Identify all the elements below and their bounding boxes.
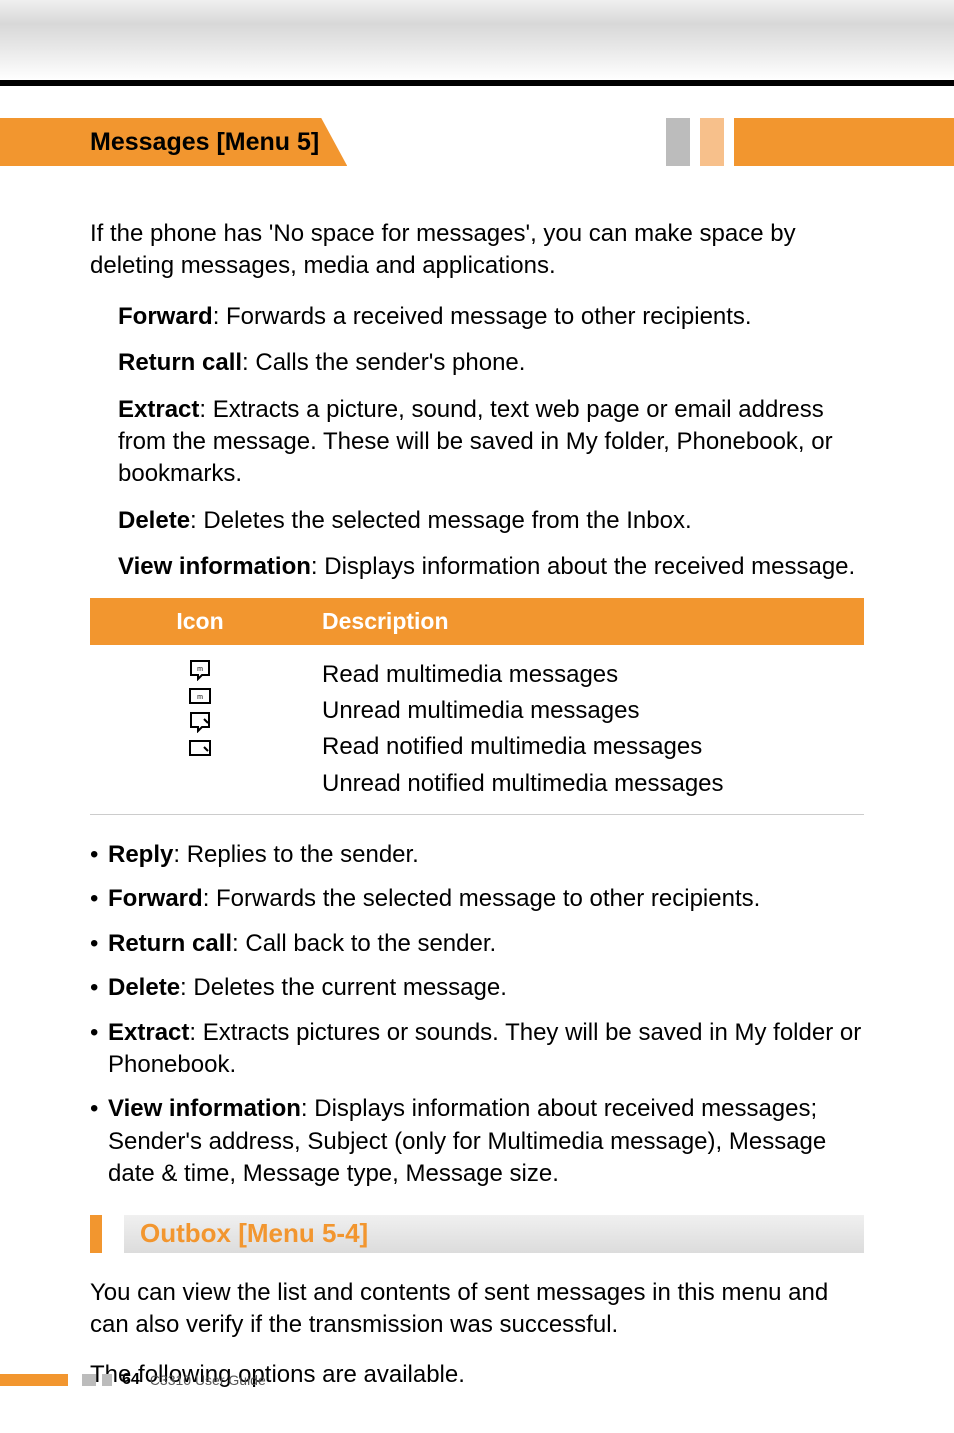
footer-gray-decor bbox=[102, 1374, 112, 1386]
bullet-label: View information bbox=[108, 1095, 301, 1122]
svg-text:m: m bbox=[197, 666, 203, 673]
option-label: Return call bbox=[118, 349, 242, 376]
svg-text:m: m bbox=[197, 694, 203, 701]
bullet-label: Forward bbox=[108, 885, 203, 912]
footer-gray-decor bbox=[82, 1374, 96, 1386]
bullet-label: Delete bbox=[108, 974, 180, 1001]
unread-mms-icon: m bbox=[188, 685, 212, 707]
bullet-desc: : Replies to the sender. bbox=[173, 841, 418, 868]
option-desc: : Displays information about the receive… bbox=[311, 553, 855, 580]
option-label: Delete bbox=[118, 507, 190, 534]
icon-description-table: Icon Description m m bbox=[90, 598, 864, 816]
guide-name: C3310 User Guide bbox=[150, 1372, 266, 1388]
description-cell: Read multimedia messages Unread multimed… bbox=[310, 645, 864, 815]
icon-cell: m m bbox=[90, 645, 310, 815]
top-gradient-decor bbox=[0, 0, 954, 80]
option-desc: : Calls the sender's phone. bbox=[242, 349, 525, 376]
bullet-options-list: Reply: Replies to the sender. Forward: F… bbox=[90, 839, 864, 1191]
heading-bar-decor bbox=[90, 1215, 102, 1253]
page-content: If the phone has 'No space for messages'… bbox=[0, 188, 954, 1392]
bullet-view-information: View information: Displays information a… bbox=[90, 1093, 864, 1190]
desc-row-1: Unread multimedia messages bbox=[322, 695, 852, 727]
decor-orange-block bbox=[734, 118, 954, 166]
decor-orange-dim-block bbox=[700, 118, 724, 166]
desc-row-2: Read notified multimedia messages bbox=[322, 731, 852, 763]
option-label: Forward bbox=[118, 303, 213, 330]
table-header-description: Description bbox=[310, 598, 864, 645]
bullet-delete: Delete: Deletes the current message. bbox=[90, 972, 864, 1004]
option-delete: Delete: Deletes the selected message fro… bbox=[90, 505, 864, 537]
option-label: View information bbox=[118, 553, 311, 580]
section-title: Outbox [Menu 5-4] bbox=[140, 1218, 368, 1249]
heading-box: Outbox [Menu 5-4] bbox=[124, 1215, 864, 1253]
option-desc: : Deletes the selected message from the … bbox=[190, 507, 692, 534]
option-desc: : Forwards a received message to other r… bbox=[213, 303, 752, 330]
bullet-desc: : Call back to the sender. bbox=[232, 930, 496, 957]
intro-paragraph: If the phone has 'No space for messages'… bbox=[90, 218, 864, 283]
bullet-forward: Forward: Forwards the selected message t… bbox=[90, 883, 864, 915]
bullet-reply: Reply: Replies to the sender. bbox=[90, 839, 864, 871]
read-notified-mms-icon bbox=[188, 711, 212, 733]
bullet-desc: : Deletes the current message. bbox=[180, 974, 507, 1001]
option-return-call: Return call: Calls the sender's phone. bbox=[90, 347, 864, 379]
page-footer: 64 C3310 User Guide bbox=[0, 1371, 266, 1389]
header-right-decor bbox=[666, 118, 954, 166]
read-mms-icon: m bbox=[188, 659, 212, 681]
table-row: m m Read mult bbox=[90, 645, 864, 815]
option-label: Extract bbox=[118, 396, 199, 423]
page-header: Messages [Menu 5] bbox=[0, 118, 954, 188]
option-view-information: View information: Displays information a… bbox=[90, 551, 864, 583]
black-bar-decor bbox=[0, 80, 954, 86]
unread-notified-mms-icon bbox=[188, 737, 212, 759]
desc-row-0: Read multimedia messages bbox=[322, 659, 852, 691]
option-extract: Extract: Extracts a picture, sound, text… bbox=[90, 394, 864, 491]
bullet-desc: : Forwards the selected message to other… bbox=[203, 885, 761, 912]
section-body-1: You can view the list and contents of se… bbox=[90, 1277, 864, 1342]
page-number: 64 bbox=[122, 1371, 140, 1389]
bullet-label: Return call bbox=[108, 930, 232, 957]
bullet-label: Reply bbox=[108, 841, 173, 868]
footer-orange-decor bbox=[0, 1374, 68, 1386]
decor-gray-block bbox=[666, 118, 690, 166]
option-desc: : Extracts a picture, sound, text web pa… bbox=[118, 396, 833, 488]
chapter-title: Messages [Menu 5] bbox=[90, 128, 319, 156]
section-heading: Outbox [Menu 5-4] bbox=[90, 1215, 864, 1253]
first-options-list: Forward: Forwards a received message to … bbox=[90, 301, 864, 584]
bullet-label: Extract bbox=[108, 1019, 189, 1046]
bullet-return-call: Return call: Call back to the sender. bbox=[90, 928, 864, 960]
option-forward: Forward: Forwards a received message to … bbox=[90, 301, 864, 333]
chapter-tab: Messages [Menu 5] bbox=[0, 118, 347, 166]
bullet-desc: : Extracts pictures or sounds. They will… bbox=[108, 1019, 861, 1078]
desc-row-3: Unread notified multimedia messages bbox=[322, 768, 852, 800]
bullet-extract: Extract: Extracts pictures or sounds. Th… bbox=[90, 1017, 864, 1082]
table-header-icon: Icon bbox=[90, 598, 310, 645]
